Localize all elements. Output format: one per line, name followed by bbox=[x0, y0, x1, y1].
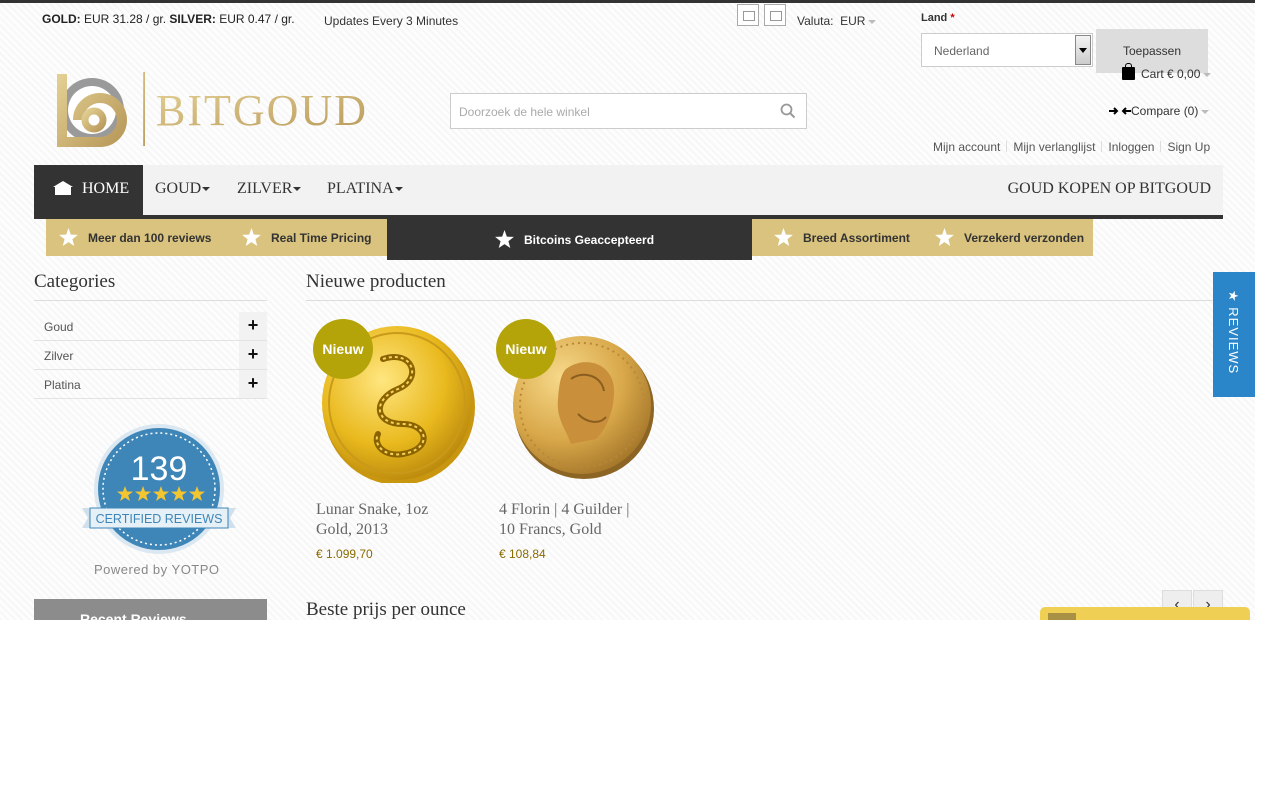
product-card[interactable]: Nieuw 4 Florin | 4 Guilder | 10 Francs, G… bbox=[496, 319, 666, 569]
compare-button[interactable]: Compare (0) bbox=[1109, 104, 1210, 118]
usp-realtime: Real Time Pricing bbox=[242, 228, 371, 246]
product-price: € 108,84 bbox=[499, 547, 546, 561]
language-flag-en-icon[interactable] bbox=[764, 4, 786, 26]
expand-plus-icon[interactable]: + bbox=[239, 312, 267, 340]
nav-goud[interactable]: GOUD bbox=[155, 180, 211, 198]
chevron-down-icon bbox=[868, 19, 877, 24]
currency-value: EUR bbox=[840, 14, 866, 28]
login-link[interactable]: Inloggen bbox=[1108, 140, 1154, 154]
divider bbox=[34, 300, 267, 301]
expand-plus-icon[interactable]: + bbox=[239, 370, 267, 398]
cart-button[interactable]: Cart € 0,00 bbox=[1122, 63, 1212, 81]
nav-tagline[interactable]: GOUD KOPEN OP BITGOUD bbox=[1008, 180, 1211, 198]
wishlist-link[interactable]: Mijn verlanglijst bbox=[1013, 140, 1095, 154]
category-goud[interactable]: Goud + bbox=[34, 312, 267, 341]
country-select[interactable]: Nederland bbox=[921, 33, 1093, 67]
search-input[interactable] bbox=[457, 102, 771, 122]
new-badge: Nieuw bbox=[313, 319, 373, 379]
chat-icon bbox=[1048, 613, 1076, 620]
usp-bitcoin: Bitcoins Geaccepteerd bbox=[495, 230, 654, 248]
site-logo[interactable]: BITGOUD bbox=[54, 70, 384, 150]
nav-home[interactable]: HOME bbox=[34, 165, 143, 215]
shopping-bag-icon bbox=[1122, 63, 1135, 80]
search-icon[interactable] bbox=[780, 103, 796, 119]
categories-title: Categories bbox=[34, 271, 116, 292]
powered-by-yotpo: Powered by YOTPO bbox=[94, 562, 220, 577]
svg-text:139: 139 bbox=[131, 450, 188, 488]
reviews-side-tab[interactable]: ★ REVIEWS bbox=[1213, 272, 1255, 397]
usp-assortiment: Breed Assortiment bbox=[774, 228, 910, 246]
currency-switcher[interactable]: Valuta: EUR bbox=[797, 14, 877, 28]
main-navigation: HOME GOUD ZILVER PLATINA GOUD KOPEN OP B… bbox=[34, 165, 1223, 215]
yotpo-review-badge[interactable]: 139 CERTIFIED REVIEWS bbox=[80, 420, 240, 560]
account-links: Mijn account Mijn verlanglijst Inloggen Sig… bbox=[933, 140, 1210, 154]
chevron-down-icon bbox=[1203, 72, 1212, 77]
new-badge: Nieuw bbox=[496, 319, 556, 379]
my-account-link[interactable]: Mijn account bbox=[933, 140, 1000, 154]
chevron-down-icon bbox=[394, 187, 403, 192]
star-icon bbox=[935, 228, 954, 246]
product-name[interactable]: 4 Florin | 4 Guilder | 10 Francs, Gold bbox=[499, 500, 669, 540]
currency-label: Valuta: bbox=[797, 14, 834, 28]
update-notice: Updates Every 3 Minutes bbox=[324, 14, 459, 28]
usp-reviews: Meer dan 100 reviews bbox=[59, 228, 211, 246]
price-ticker: GOLD: EUR 31.28 / gr. SILVER: EUR 0.47 /… bbox=[42, 12, 295, 26]
new-products-title: Nieuwe producten bbox=[306, 271, 446, 292]
best-price-title: Beste prijs per ounce bbox=[306, 599, 466, 620]
star-icon bbox=[242, 228, 261, 246]
chat-widget-bar[interactable] bbox=[1040, 607, 1250, 620]
country-label: Land * bbox=[921, 12, 955, 24]
search-box bbox=[450, 93, 807, 129]
nav-zilver[interactable]: ZILVER bbox=[237, 180, 302, 198]
product-name[interactable]: Lunar Snake, 1oz Gold, 2013 bbox=[316, 500, 486, 540]
divider bbox=[306, 300, 1214, 301]
expand-plus-icon[interactable]: + bbox=[239, 341, 267, 369]
home-icon bbox=[53, 181, 73, 195]
chevron-down-icon bbox=[202, 187, 211, 192]
svg-text:CERTIFIED REVIEWS: CERTIFIED REVIEWS bbox=[96, 512, 223, 526]
svg-text:BITGOUD: BITGOUD bbox=[156, 86, 368, 135]
compare-arrows-icon bbox=[1109, 107, 1131, 115]
signup-link[interactable]: Sign Up bbox=[1167, 140, 1210, 154]
usp-shipping: Verzekerd verzonden bbox=[935, 228, 1084, 246]
category-zilver[interactable]: Zilver + bbox=[34, 341, 267, 370]
product-price: € 1.099,70 bbox=[316, 547, 373, 561]
nav-platina[interactable]: PLATINA bbox=[327, 180, 403, 198]
language-flag-nl-icon[interactable] bbox=[737, 4, 759, 26]
product-card[interactable]: Nieuw Lunar Snake, 1oz Gold, 2013 € 1.099… bbox=[313, 319, 483, 569]
star-icon bbox=[59, 228, 78, 246]
dropdown-arrow-icon[interactable] bbox=[1075, 35, 1091, 65]
star-icon bbox=[495, 230, 514, 248]
chevron-down-icon bbox=[1201, 109, 1210, 114]
recent-reviews-button[interactable]: Recent Reviews bbox=[34, 599, 267, 620]
category-platina[interactable]: Platina + bbox=[34, 370, 267, 399]
chevron-down-icon bbox=[293, 187, 302, 192]
top-border bbox=[0, 0, 1255, 3]
star-icon bbox=[774, 228, 793, 246]
